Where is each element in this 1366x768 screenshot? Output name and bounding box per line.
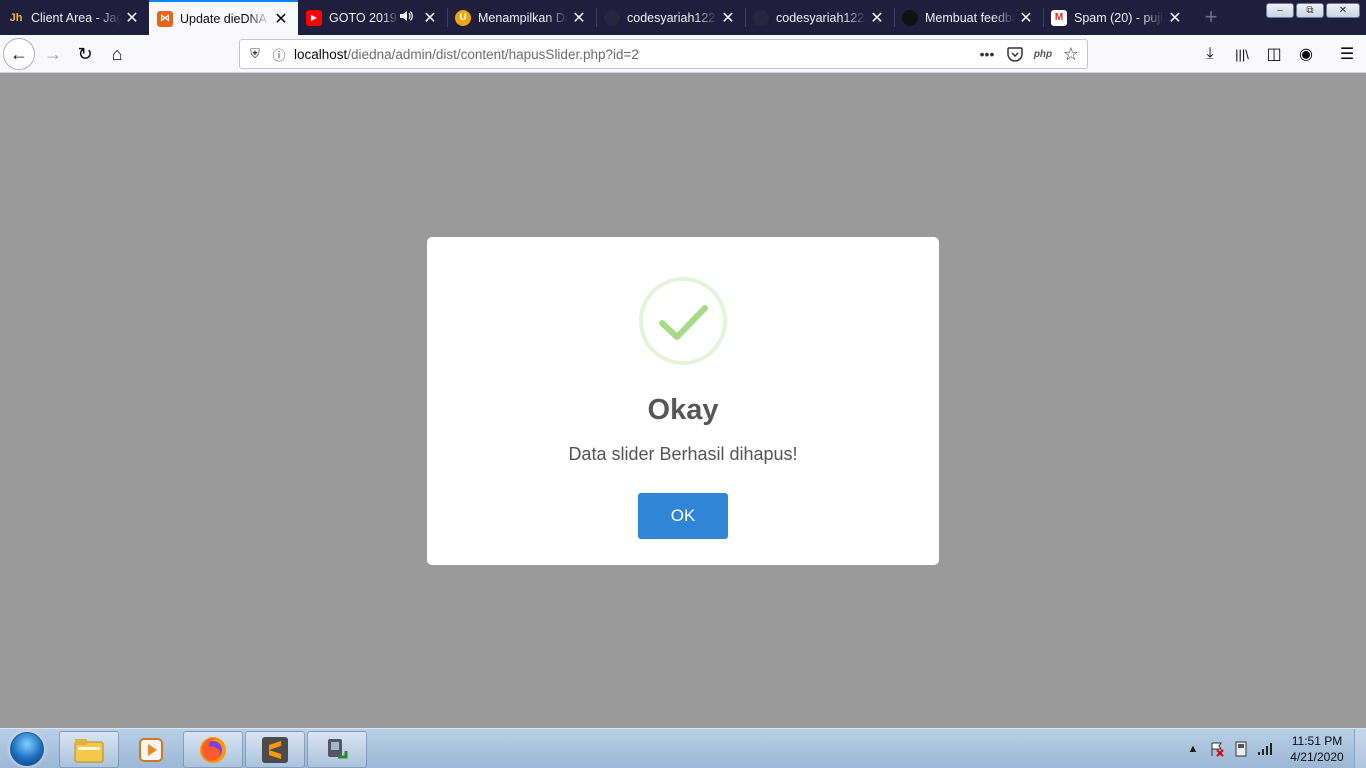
navigation-toolbar: ← → ↻ ⌂ ⛨ ⓘ localhost/diedna/admin/dist/… <box>0 35 1366 73</box>
tab-title: Client Area - Jagoan Hosting <box>31 10 121 25</box>
forward-button[interactable]: → <box>37 38 69 70</box>
network-tool-icon <box>328 738 348 758</box>
dialog-title: Okay <box>647 394 719 426</box>
speaker-icon[interactable] <box>399 10 413 25</box>
tab-strip: Jh Client Area - Jagoan Hosting ✕ ⋈ Upda… <box>0 0 1366 35</box>
taskbar-media-player[interactable] <box>121 731 181 768</box>
tab-title: Spam (20) - pujiermanto <box>1074 10 1164 25</box>
folder-icon <box>74 738 104 762</box>
removable-device-icon[interactable] <box>1233 741 1249 757</box>
minimize-button[interactable]: – <box>1266 3 1294 18</box>
tab-title: Menampilkan Data <box>478 10 568 25</box>
php-extension-icon[interactable]: php <box>1031 43 1055 65</box>
tab-close-icon[interactable]: ✕ <box>1015 7 1037 29</box>
tab-goto-2019[interactable]: ▶ GOTO 2019 • ✕ <box>298 0 447 35</box>
url-path: /diedna/admin/dist/content/hapusSlider.p… <box>347 46 639 62</box>
system-clock[interactable]: 11:51 PM 4/21/2020 <box>1284 733 1350 765</box>
tab-update-diedna[interactable]: ⋈ Update dieDNA ✕ <box>149 0 298 35</box>
tab-close-icon[interactable]: ✕ <box>568 7 590 29</box>
tracking-shield-icon[interactable]: ⛨ <box>246 45 264 63</box>
jagoanhosting-favicon-icon: Jh <box>9 11 23 24</box>
library-icon[interactable]: |||\ <box>1228 41 1256 67</box>
dialog-message: Data slider Berhasil dihapus! <box>568 444 798 464</box>
tab-client-area[interactable]: Jh Client Area - Jagoan Hosting ✕ <box>0 0 149 35</box>
github-favicon-icon <box>753 9 769 26</box>
tab-title: codesyariah122/dieDNA <box>776 10 866 25</box>
xampp-favicon-icon: ⋈ <box>157 10 173 27</box>
taskbar-sublime-text[interactable] <box>245 731 305 768</box>
url-text[interactable]: localhost/diedna/admin/dist/content/hapu… <box>294 47 639 62</box>
clock-time: 11:51 PM <box>1291 734 1343 748</box>
window-controls: – ⧉ ✕ <box>1266 3 1360 18</box>
home-button[interactable]: ⌂ <box>101 38 133 70</box>
network-signal-icon[interactable] <box>1257 741 1273 757</box>
taskbar-network-tool[interactable] <box>307 731 367 768</box>
tab-title: Update dieDNA <box>180 11 267 26</box>
youtube-favicon-icon: ▶ <box>306 9 322 26</box>
tab-codesyariah-diedna[interactable]: codesyariah122/dieDNA ✕ <box>745 0 894 35</box>
site-info-icon[interactable]: ⓘ <box>270 45 288 63</box>
page-actions-menu-icon[interactable]: ••• <box>975 43 999 65</box>
alert-dialog: Okay Data slider Berhasil dihapus! OK <box>427 237 939 565</box>
tab-codesyariah-github-io[interactable]: codesyariah122.github.io ✕ <box>596 0 745 35</box>
back-button[interactable]: ← <box>3 38 35 70</box>
show-desktop-button[interactable] <box>1354 729 1366 768</box>
tab-close-icon[interactable]: ✕ <box>866 7 888 29</box>
taskbar-firefox[interactable] <box>183 731 243 768</box>
downloads-icon[interactable]: ⤓ <box>1196 41 1224 67</box>
windows-logo-icon <box>10 732 44 766</box>
bookmark-star-icon[interactable]: ☆ <box>1059 43 1083 65</box>
windows-taskbar: ▲ 11:51 PM 4/21/2020 <box>0 728 1366 768</box>
firefox-icon <box>200 736 226 763</box>
tab-gmail-spam[interactable]: M Spam (20) - pujiermanto ✕ <box>1043 0 1192 35</box>
tab-close-icon[interactable]: ✕ <box>419 7 441 29</box>
tab-membuat-feedback[interactable]: Membuat feedback ✕ <box>894 0 1043 35</box>
clock-date: 4/21/2020 <box>1290 750 1344 764</box>
reload-button[interactable]: ↻ <box>69 38 101 70</box>
site-favicon-icon: U <box>455 9 471 26</box>
account-icon[interactable]: ◉ <box>1292 41 1320 67</box>
window-close-button[interactable]: ✕ <box>1326 3 1360 18</box>
gmail-favicon-icon: M <box>1051 9 1067 26</box>
hamburger-menu-icon[interactable]: ☰ <box>1333 41 1361 67</box>
tab-title: codesyariah122.github.io <box>627 10 717 25</box>
new-tab-button[interactable]: + <box>1198 4 1224 30</box>
page-actions: ••• php ☆ <box>975 43 1083 65</box>
tab-close-icon[interactable]: ✕ <box>270 8 292 30</box>
action-center-flag-icon[interactable] <box>1209 741 1225 757</box>
github-favicon-icon <box>604 9 620 26</box>
media-player-icon <box>139 737 163 762</box>
ok-button[interactable]: OK <box>638 493 728 539</box>
pocket-icon[interactable] <box>1003 43 1027 65</box>
success-checkmark-icon <box>639 277 727 365</box>
show-hidden-icons-icon[interactable]: ▲ <box>1185 741 1201 757</box>
tab-close-icon[interactable]: ✕ <box>1164 7 1186 29</box>
restore-button[interactable]: ⧉ <box>1296 3 1324 18</box>
avatar-favicon-icon <box>902 9 918 26</box>
sidebar-toggle-icon[interactable]: ◫ <box>1260 41 1288 67</box>
start-button[interactable] <box>5 730 49 768</box>
tab-close-icon[interactable]: ✕ <box>717 7 739 29</box>
address-bar[interactable]: ⛨ ⓘ localhost/diedna/admin/dist/content/… <box>239 39 1088 69</box>
taskbar-file-explorer[interactable] <box>59 731 119 768</box>
tab-menampilkan-data[interactable]: U Menampilkan Data ✕ <box>447 0 596 35</box>
tab-title: Membuat feedback <box>925 10 1015 25</box>
tab-close-icon[interactable]: ✕ <box>121 7 143 29</box>
tab-title: GOTO 2019 • <box>329 10 399 25</box>
sublime-text-icon <box>262 736 288 763</box>
url-host: localhost <box>294 46 348 62</box>
